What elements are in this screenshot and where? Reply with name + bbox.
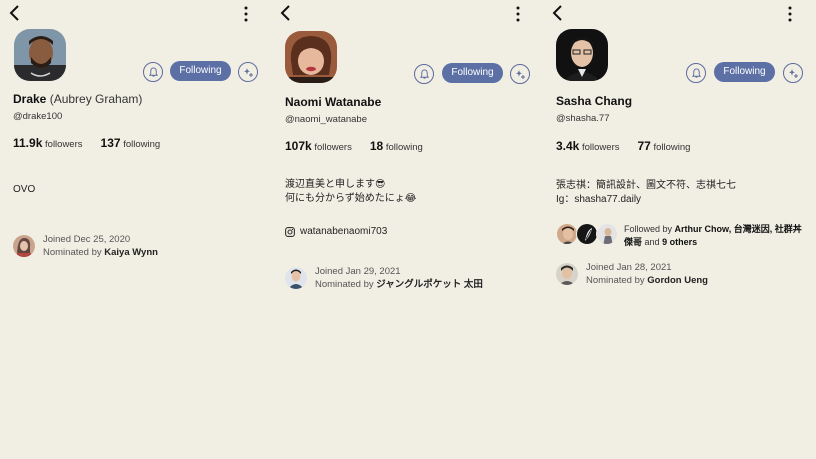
notification-bell-button[interactable] [143, 62, 163, 82]
screenshot-collage: Following Drake (Aubrey Graham) @drake10… [0, 0, 816, 459]
following-button[interactable]: Following [170, 61, 231, 81]
following-count: 77 [637, 139, 651, 153]
display-name: Naomi Watanabe [285, 95, 382, 109]
instagram-link[interactable]: watanabenaomi703 [285, 226, 387, 237]
more-options-icon[interactable] [786, 5, 794, 23]
followed-by-section[interactable]: Followed by Arthur Chow, 台灣迷因, 社群丼傑哥 and… [556, 223, 806, 249]
nominate-sparkle-button[interactable] [783, 63, 803, 83]
instagram-icon [285, 226, 295, 237]
profile-name: Sasha Chang [556, 94, 632, 108]
profile-panel-drake: Following Drake (Aubrey Graham) @drake10… [0, 0, 272, 459]
bio-line: OVO [13, 184, 36, 195]
bio: OVO [13, 183, 35, 197]
sparkle-plus-icon [244, 68, 253, 77]
avatar[interactable] [14, 29, 66, 81]
followers-count: 107k [285, 139, 312, 153]
nominator-name[interactable]: Gordon Ueng [647, 275, 708, 286]
bio-line: Ig：shasha77.daily [556, 194, 642, 205]
joined-date: Joined Jan 29, 2021 [315, 266, 401, 277]
joined-text: Joined Jan 29, 2021 Nominated by ジャングルポケ… [315, 266, 483, 291]
username-handle: @shasha.77 [556, 113, 610, 124]
bio-line: 何にも分からず始めたにょ😂 [285, 193, 417, 204]
followers-link[interactable]: 107k followers [285, 139, 352, 153]
real-name: (Aubrey Graham) [49, 92, 143, 106]
follow-stats: 11.9k followers 137 following [13, 136, 160, 150]
more-options-icon[interactable] [514, 5, 522, 23]
mutual-follower-avatar [576, 223, 598, 245]
followers-label: followers [45, 139, 83, 150]
joined-text: Joined Jan 28, 2021 Nominated by Gordon … [586, 262, 708, 287]
avatar[interactable] [285, 31, 337, 83]
followers-link[interactable]: 11.9k followers [13, 136, 83, 150]
profile-name: Drake (Aubrey Graham) [13, 92, 142, 106]
following-button[interactable]: Following [442, 63, 503, 83]
instagram-handle: watanabenaomi703 [300, 226, 388, 237]
notification-bell-button[interactable] [414, 64, 434, 84]
followers-label: followers [314, 142, 352, 153]
bell-icon [691, 67, 701, 78]
username-handle: @drake100 [13, 111, 63, 122]
bio: 渡辺直美と申します😎 何にも分からず始めたにょ😂 [285, 178, 417, 206]
bio-line: 渡辺直美と申します😎 [285, 179, 386, 190]
followers-label: followers [582, 142, 620, 153]
notification-bell-button[interactable] [686, 63, 706, 83]
display-name: Sasha Chang [556, 94, 633, 108]
back-arrow-icon[interactable] [278, 4, 294, 22]
nominated-label: Nominated by [586, 274, 645, 286]
username-handle: @naomi_watanabe [285, 114, 368, 125]
mutual-follower-avatar [596, 223, 618, 245]
following-count: 137 [100, 136, 121, 150]
nominated-label: Nominated by [43, 246, 102, 258]
following-button[interactable]: Following [714, 62, 775, 82]
others-count: 9 others [662, 236, 698, 247]
following-label: following [123, 139, 161, 150]
and-label: and [644, 236, 660, 247]
mutual-follower-avatar [556, 223, 578, 245]
follow-stats: 107k followers 18 following [285, 139, 423, 153]
following-label: following [653, 142, 691, 153]
sparkle-plus-icon [516, 70, 525, 79]
bell-icon [148, 66, 158, 77]
followers-count: 11.9k [13, 136, 43, 150]
display-name: Drake [13, 92, 47, 106]
nominator-name[interactable]: ジャングルポケット 太田 [376, 279, 483, 290]
bell-icon [419, 68, 429, 79]
nominator-avatar[interactable] [556, 263, 578, 285]
back-arrow-icon[interactable] [550, 4, 566, 22]
joined-text: Joined Dec 25, 2020 Nominated by Kaiya W… [43, 234, 158, 259]
nominate-sparkle-button[interactable] [238, 62, 258, 82]
followers-link[interactable]: 3.4k followers [556, 139, 620, 153]
following-link[interactable]: 77 following [637, 139, 691, 153]
nominate-sparkle-button[interactable] [510, 64, 530, 84]
following-link[interactable]: 18 following [369, 139, 423, 153]
nominator-name[interactable]: Kaiya Wynn [104, 247, 158, 258]
profile-panel-naomi: Following Naomi Watanabe @naomi_watanabe… [271, 0, 543, 459]
joined-date: Joined Jan 28, 2021 [586, 262, 672, 273]
followed-by-label: Followed by [624, 224, 673, 234]
followed-by-text: Followed by Arthur Chow, 台灣迷因, 社群丼傑哥 and… [624, 223, 804, 248]
following-count: 18 [369, 139, 384, 153]
follow-stats: 3.4k followers 77 following [556, 139, 690, 153]
profile-name: Naomi Watanabe [285, 95, 381, 109]
followers-count: 3.4k [556, 139, 580, 153]
avatar[interactable] [556, 29, 608, 81]
following-label: following [385, 142, 423, 153]
joined-date: Joined Dec 25, 2020 [43, 234, 131, 245]
sparkle-plus-icon [789, 69, 798, 78]
bio-line: 張志祺：簡訊設計、圖文不符、志祺七七 [556, 180, 736, 191]
nominator-avatar[interactable] [13, 235, 35, 257]
more-options-icon[interactable] [242, 5, 250, 23]
nominated-label: Nominated by [315, 278, 374, 290]
profile-panel-sasha: Following Sasha Chang @shasha.77 3.4k fo… [543, 0, 815, 459]
nominator-avatar[interactable] [285, 267, 307, 289]
bio: 張志祺：簡訊設計、圖文不符、志祺七七 Ig：shasha77.daily [556, 179, 736, 207]
back-arrow-icon[interactable] [7, 4, 23, 22]
following-link[interactable]: 137 following [100, 136, 161, 150]
